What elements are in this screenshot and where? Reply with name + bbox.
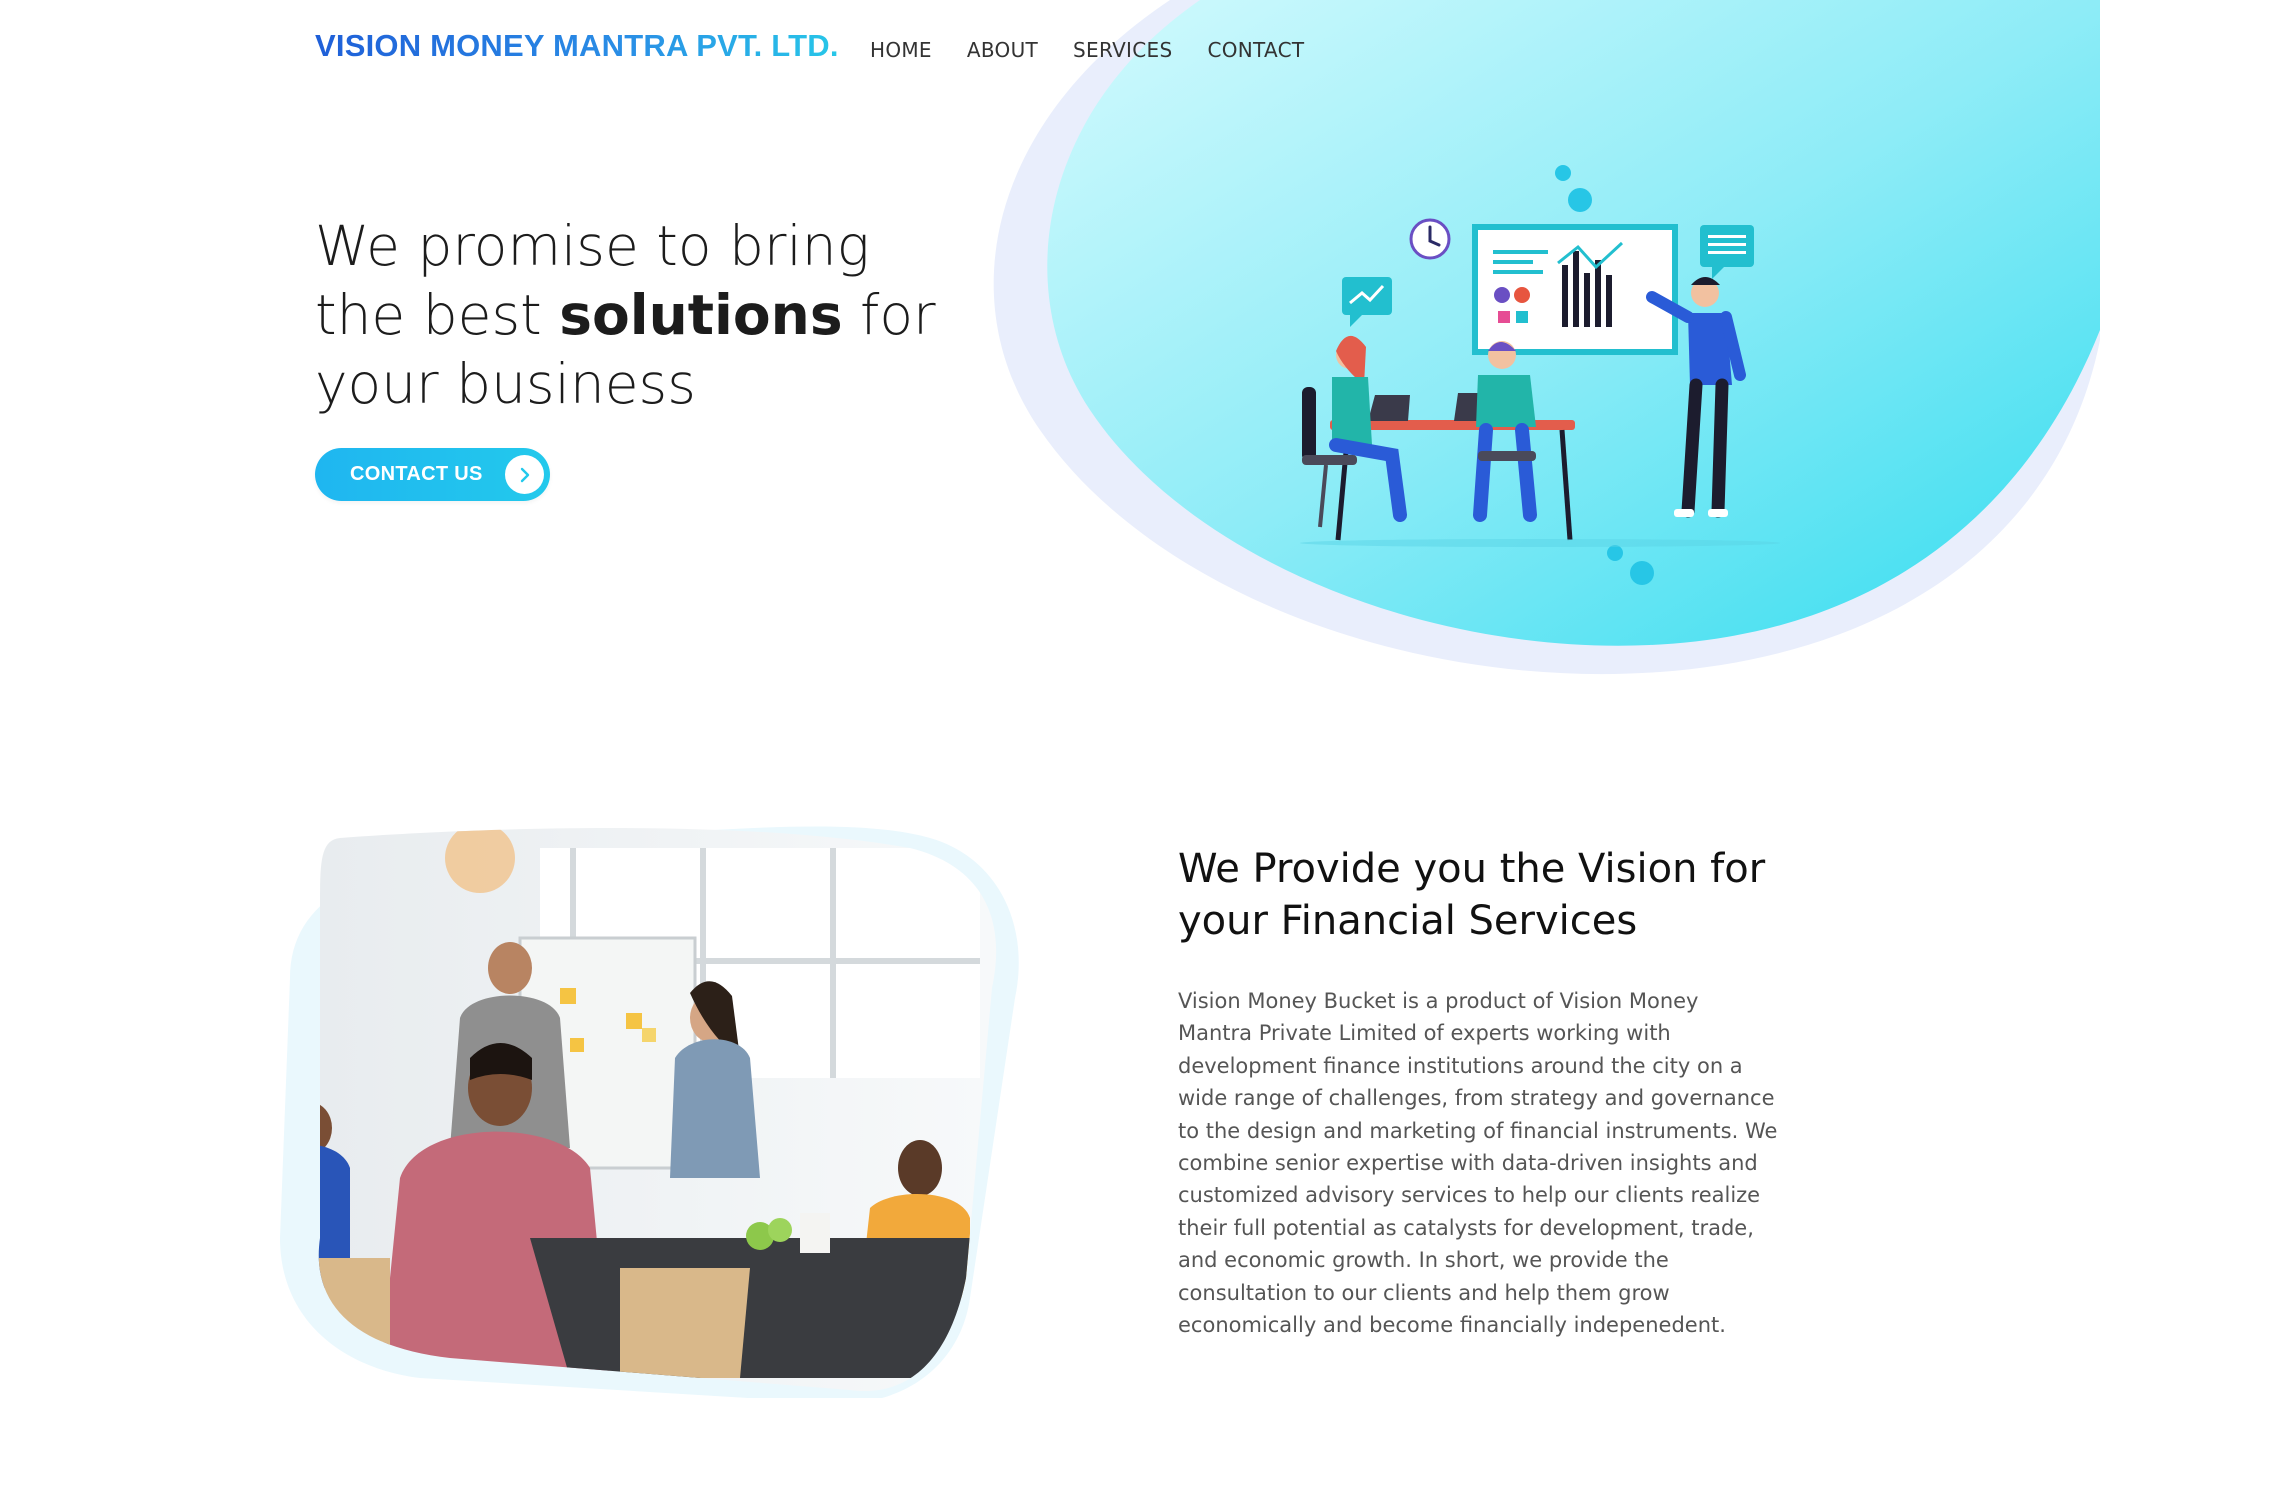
contact-us-label: CONTACT US <box>350 463 483 485</box>
contact-us-button[interactable]: CONTACT US <box>315 448 550 501</box>
about-title: We Provide you the Vision for your Finan… <box>1178 846 1766 944</box>
main-nav: HOME ABOUT SERVICES CONTACT <box>870 38 1339 62</box>
business-presentation-illustration <box>1300 165 1780 585</box>
team-meeting-photo-art <box>280 826 1019 1398</box>
hero-title-bold: solutions <box>559 283 843 347</box>
chevron-right-icon <box>505 455 544 494</box>
nav-home[interactable]: HOME <box>870 38 932 62</box>
nav-about[interactable]: ABOUT <box>967 38 1038 62</box>
brand-logo-text[interactable]: VISION MONEY MANTRA PVT. LTD. <box>315 28 839 64</box>
team-meeting-photo <box>270 818 1030 1398</box>
nav-contact[interactable]: CONTACT <box>1207 38 1304 62</box>
about-body: Vision Money Bucket is a product of Visi… <box>1178 989 1778 1338</box>
hero-title: We promise to bring the best solutions f… <box>315 212 955 419</box>
nav-services[interactable]: SERVICES <box>1073 38 1172 62</box>
